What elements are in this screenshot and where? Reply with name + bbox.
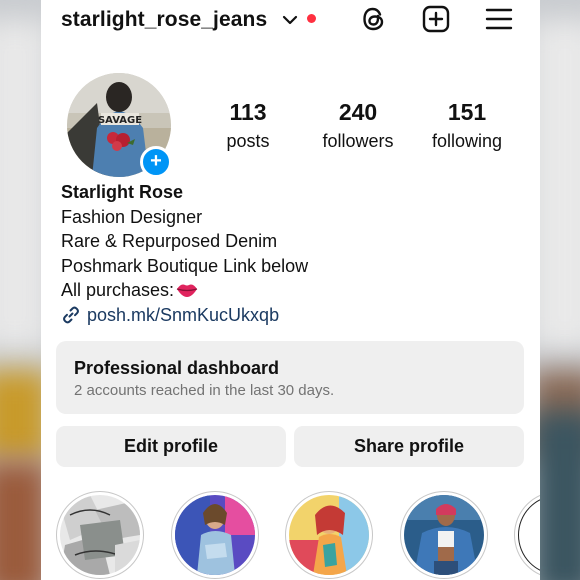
- new-highlight-button[interactable]: [514, 491, 540, 579]
- display-name: Starlight Rose: [61, 182, 184, 202]
- dashboard-subtitle: 2 accounts reached in the last 30 days.: [74, 382, 335, 399]
- chevron-down-icon[interactable]: [282, 12, 298, 28]
- lips-emoji-icon: [176, 284, 198, 298]
- share-profile-button[interactable]: Share profile: [294, 426, 524, 467]
- threads-icon[interactable]: [359, 4, 389, 34]
- professional-dashboard[interactable]: Professional dashboard 2 accounts reache…: [56, 341, 524, 414]
- followers-stat[interactable]: 240 followers: [303, 98, 413, 154]
- bio-line-purchases: All purchases:: [61, 278, 308, 303]
- add-story-button[interactable]: +: [140, 146, 172, 178]
- following-count: 151: [447, 99, 487, 125]
- bio-line: Poshmark Boutique Link below: [61, 255, 309, 276]
- following-label: following: [431, 131, 503, 151]
- story-highlight[interactable]: [285, 491, 373, 579]
- link-icon: [63, 306, 79, 324]
- profile-screen: starlight_rose_jeans SAVAGE + 113 posts …: [41, 0, 540, 580]
- story-highlight[interactable]: [171, 491, 259, 579]
- new-post-icon[interactable]: [421, 4, 451, 34]
- profile-bio: Starlight Rose Fashion Designer Rare & R…: [61, 180, 308, 328]
- posts-label: posts: [226, 131, 270, 151]
- posts-stat[interactable]: 113 posts: [193, 98, 303, 154]
- dashboard-title: Professional dashboard: [74, 358, 280, 378]
- following-stat[interactable]: 151 following: [412, 98, 522, 154]
- username-switcher[interactable]: starlight_rose_jeans: [61, 8, 267, 32]
- bio-line: Fashion Designer: [61, 206, 203, 227]
- profile-link[interactable]: posh.mk/SnmKucUkxqb: [61, 303, 308, 328]
- followers-count: 240: [338, 99, 378, 125]
- menu-icon[interactable]: [484, 4, 514, 34]
- followers-label: followers: [322, 131, 394, 151]
- profile-link-text[interactable]: posh.mk/SnmKucUkxqb: [87, 303, 279, 328]
- story-highlight[interactable]: [400, 491, 488, 579]
- bio-line: Rare & Repurposed Denim: [61, 231, 278, 252]
- avatar-jacket-text: SAVAGE: [98, 115, 142, 126]
- posts-count: 113: [229, 99, 267, 125]
- story-highlight[interactable]: [56, 491, 144, 579]
- bio-line: All purchases:: [61, 280, 175, 301]
- edit-profile-button[interactable]: Edit profile: [56, 426, 286, 467]
- notification-dot: [307, 14, 316, 23]
